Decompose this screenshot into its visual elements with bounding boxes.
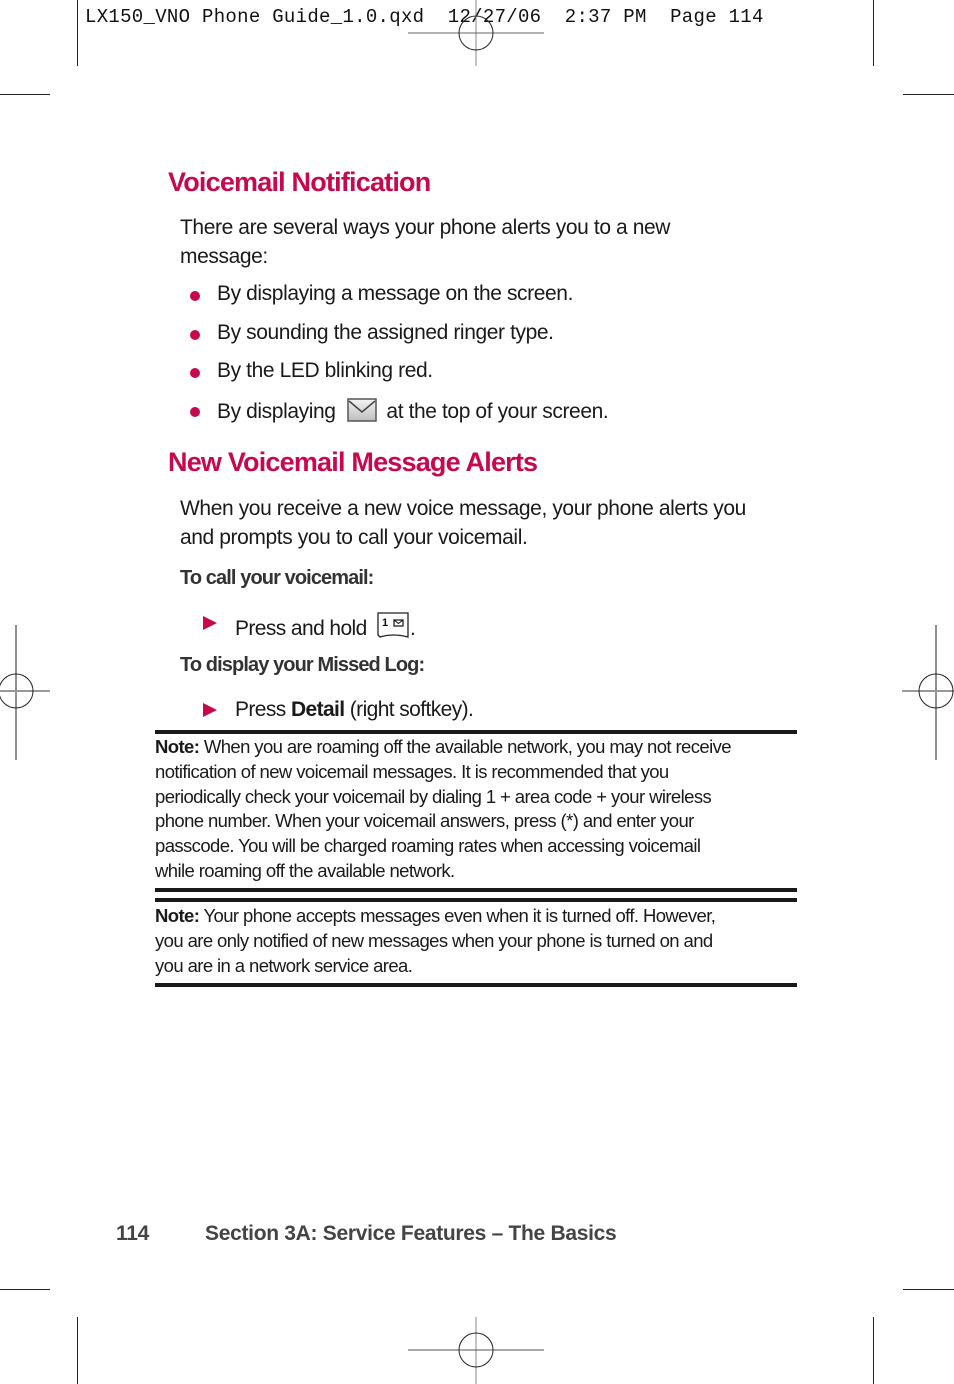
note-text: Your phone accepts messages even when it… <box>203 905 716 926</box>
crop-mark <box>77 0 78 66</box>
note-rule-bottom <box>155 983 797 987</box>
list-item-text: By displaying <box>217 400 336 423</box>
list-item-text: By sounding the assigned ringer type. <box>217 321 554 344</box>
note-rule-bottom <box>155 888 797 892</box>
crop-mark <box>873 1317 874 1384</box>
step-text: Press <box>235 698 286 721</box>
subhead-display-missed-log: To display your Missed Log: <box>180 654 425 676</box>
registration-mark-bottom <box>408 1317 544 1384</box>
note-line: Note: Your phone accepts messages even w… <box>155 904 800 929</box>
bullet-icon <box>190 330 200 340</box>
envelope-icon <box>347 398 377 422</box>
step-text: (right softkey). <box>349 698 474 721</box>
step-text-wrap: Press and hold 1 . <box>235 611 416 641</box>
footer-section-title: Section 3A: Service Features – The Basic… <box>205 1222 617 1245</box>
bullet-icon <box>190 368 200 378</box>
list-item-text: By the LED blinking red. <box>217 359 433 382</box>
crop-mark <box>903 1289 954 1290</box>
note-label: Note: <box>155 905 200 926</box>
note-line: phone number. When your voicemail answer… <box>155 810 694 832</box>
note-phone-off: Note: Your phone accepts messages even w… <box>155 904 800 978</box>
note-line: passcode. You will be charged roaming ra… <box>155 835 701 857</box>
list-item-text: By displaying a message on the screen. <box>217 282 574 305</box>
section-title-voicemail-notification: Voicemail Notification <box>168 167 431 197</box>
key-1-voicemail-icon: 1 <box>377 612 409 638</box>
section2-intro-line2: and prompts you to call your voicemail. <box>180 526 528 549</box>
subhead-call-voicemail: To call your voicemail: <box>180 567 374 589</box>
bullet-icon <box>190 291 200 301</box>
note-line: while roaming off the available network. <box>155 859 455 881</box>
section1-intro-line1: There are several ways your phone alerts… <box>180 216 671 239</box>
note-label: Note: <box>155 736 200 757</box>
crop-mark <box>0 1289 50 1290</box>
list-item-text-wrap: By displaying at the top of your screen. <box>217 398 609 424</box>
section1-intro-line2: message: <box>180 245 268 268</box>
note-rule-top <box>155 730 797 734</box>
crop-mark <box>77 1317 78 1384</box>
step-text-wrap: Press Detail (right softkey). <box>235 698 474 722</box>
crop-mark <box>0 94 50 95</box>
arrow-bullet-icon <box>203 616 217 630</box>
section2-intro-line1: When you receive a new voice message, yo… <box>180 497 746 520</box>
note-rule-top <box>155 898 797 902</box>
section-title-new-voicemail-alerts: New Voicemail Message Alerts <box>168 447 538 477</box>
page-number: 114 <box>116 1222 149 1245</box>
note-roaming: Note: When you are roaming off the avail… <box>155 735 800 884</box>
note-line: Note: When you are roaming off the avail… <box>155 735 800 760</box>
step-text: Press and hold <box>235 617 367 640</box>
registration-mark-right <box>902 625 954 760</box>
registration-mark-top <box>408 0 544 66</box>
note-text: When you are roaming off the available n… <box>203 736 732 757</box>
bullet-icon <box>190 407 200 417</box>
softkey-label-detail: Detail <box>290 698 345 721</box>
crop-mark <box>873 0 874 66</box>
crop-mark <box>903 94 954 95</box>
step-text-end: . <box>409 617 416 640</box>
note-line: notification of new voicemail messages. … <box>155 760 669 782</box>
note-line: periodically check your voicemail by dia… <box>155 785 712 807</box>
arrow-bullet-icon <box>203 703 217 717</box>
svg-text:1: 1 <box>382 617 388 629</box>
note-line: you are only notified of new messages wh… <box>155 929 713 951</box>
registration-mark-left <box>0 625 50 760</box>
note-line: you are in a network service area. <box>155 954 413 976</box>
list-item-text: at the top of your screen. <box>386 400 609 423</box>
